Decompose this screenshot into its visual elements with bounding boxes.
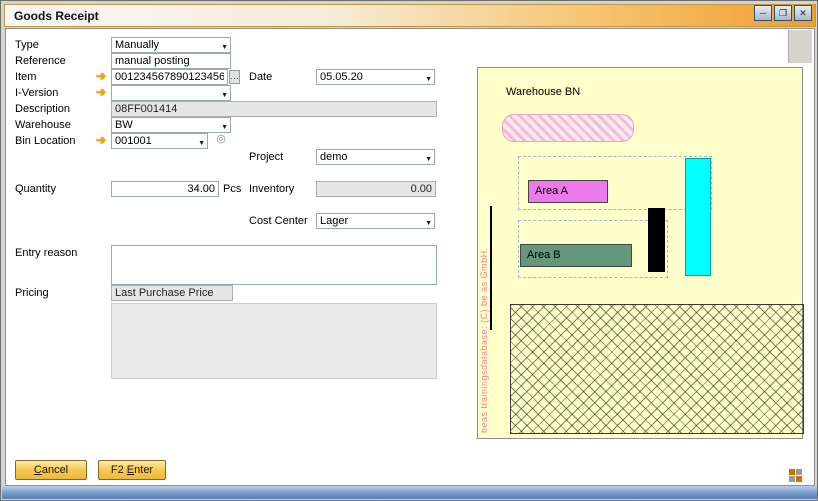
area-b-box: Area B	[520, 244, 632, 267]
chevron-down-icon: ▼	[221, 41, 228, 53]
staging-zone-shape	[502, 114, 634, 142]
quantity-input[interactable]	[111, 181, 219, 197]
chevron-down-icon: ▼	[425, 217, 432, 229]
type-value: Manually	[115, 39, 159, 51]
window-titlebar: Goods Receipt	[4, 4, 816, 27]
pricing-label: Pricing	[15, 287, 49, 299]
close-icon: ✕	[799, 8, 807, 18]
date-dropdown[interactable]: 05.05.20 ▼	[316, 69, 435, 85]
item-ellipsis-button[interactable]: …	[229, 70, 240, 84]
chevron-down-icon: ▼	[425, 153, 432, 165]
warehouse-value: BW	[115, 119, 133, 131]
warehouse-map-title: Warehouse BN	[506, 86, 580, 98]
bin-location-label: Bin Location	[15, 135, 76, 147]
date-label: Date	[249, 71, 272, 83]
description-field: 08FF001414	[111, 101, 437, 117]
area-b-label: Area B	[527, 249, 561, 261]
chevron-down-icon: ▼	[198, 137, 205, 149]
rack-cyan-shape	[685, 158, 711, 276]
ellipsis-icon: …	[230, 71, 239, 81]
cancel-label-accel: C	[34, 464, 42, 476]
bin-location-value: 001001	[115, 135, 152, 147]
close-button[interactable]: ✕	[794, 5, 812, 21]
i-version-label: I-Version	[15, 87, 58, 99]
type-label: Type	[15, 39, 39, 51]
quantity-unit-label: Pcs	[223, 183, 241, 195]
cost-center-dropdown[interactable]: Lager ▼	[316, 213, 435, 229]
i-version-dropdown[interactable]: ▼	[111, 85, 231, 101]
link-arrow-icon[interactable]: ➔	[96, 86, 109, 100]
enter-label-pre: F2	[111, 464, 127, 476]
bin-location-dropdown[interactable]: 001001 ▼	[111, 133, 208, 149]
project-label: Project	[249, 151, 283, 163]
chevron-down-icon: ▼	[425, 73, 432, 85]
description-value: 08FF001414	[115, 103, 177, 115]
entry-reason-textarea[interactable]	[111, 245, 437, 285]
chevron-down-icon: ▼	[221, 121, 228, 133]
item-input[interactable]	[111, 69, 228, 85]
cost-center-value: Lager	[320, 215, 348, 227]
enter-label-rest: nter	[134, 464, 153, 476]
chevron-down-icon: ▼	[221, 89, 228, 101]
entry-reason-label: Entry reason	[15, 247, 77, 259]
reference-label: Reference	[15, 55, 66, 67]
rack-black-shape	[648, 208, 665, 272]
minimize-icon: ─	[760, 8, 766, 18]
inventory-field: 0.00	[316, 181, 436, 197]
minimize-button[interactable]: ─	[754, 5, 772, 21]
cancel-button[interactable]: Cancel	[15, 460, 87, 480]
date-value: 05.05.20	[320, 71, 363, 83]
status-bar	[2, 486, 818, 499]
widget-square	[796, 469, 802, 475]
pricing-value: Last Purchase Price	[115, 287, 213, 299]
area-a-label: Area A	[535, 185, 568, 197]
cancel-label-rest: ancel	[42, 464, 68, 476]
warehouse-label: Warehouse	[15, 119, 71, 131]
description-label: Description	[15, 103, 70, 115]
maximize-button[interactable]: ❐	[774, 5, 792, 21]
inventory-value: 0.00	[411, 183, 432, 195]
warehouse-map-panel: Warehouse BN Area A Area B beas training…	[477, 67, 803, 439]
cost-center-label: Cost Center	[249, 215, 308, 227]
watermark-text: beas trainingsdatabase: (C) be as GmbH	[479, 188, 491, 433]
area-a-box: Area A	[528, 180, 608, 203]
goods-receipt-window: Goods Receipt ─ ❐ ✕ Type Manually ▼ Refe…	[0, 0, 818, 501]
item-label: Item	[15, 71, 36, 83]
widget-square	[789, 469, 795, 475]
inventory-label: Inventory	[249, 183, 294, 195]
storage-grid-area	[510, 304, 804, 434]
warehouse-dropdown[interactable]: BW ▼	[111, 117, 231, 133]
type-dropdown[interactable]: Manually ▼	[111, 37, 231, 53]
link-arrow-icon[interactable]: ➔	[96, 70, 109, 84]
project-value: demo	[320, 151, 348, 163]
widget-square	[796, 476, 802, 482]
window-title: Goods Receipt	[14, 9, 99, 23]
f2-enter-button[interactable]: F2 Enter	[98, 460, 166, 480]
window-controls: ─ ❐ ✕	[754, 5, 812, 21]
bin-lookup-icon[interactable]: ◎	[214, 133, 228, 147]
pricing-detail-panel	[111, 303, 437, 379]
right-gutter	[788, 30, 812, 63]
link-arrow-icon[interactable]: ➔	[96, 134, 109, 148]
layout-widget-icon[interactable]	[789, 469, 802, 482]
project-dropdown[interactable]: demo ▼	[316, 149, 435, 165]
widget-square	[789, 476, 795, 482]
maximize-icon: ❐	[779, 8, 787, 18]
pricing-field: Last Purchase Price	[111, 285, 233, 301]
quantity-label: Quantity	[15, 183, 56, 195]
reference-input[interactable]	[111, 53, 231, 69]
